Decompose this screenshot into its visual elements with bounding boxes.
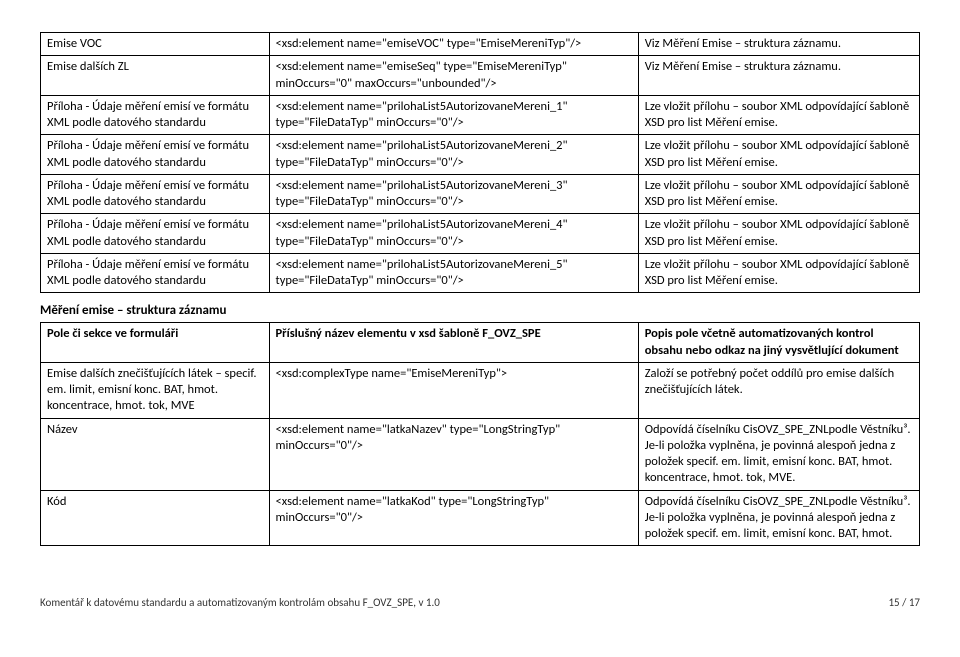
- page-footer: Komentář k datovému standardu a automati…: [40, 596, 920, 609]
- cell-xsd: <xsd:element name="prilohaList5Autorizov…: [269, 174, 638, 214]
- section-heading: Měření emise – struktura záznamu: [40, 303, 920, 318]
- cell-desc: Lze vložit přílohu – soubor XML odpovída…: [638, 253, 919, 293]
- cell-field: Příloha - Údaje měření emisí ve formátu …: [41, 214, 270, 254]
- cell-xsd: <xsd:complexType name="EmiseMereniTyp">: [269, 362, 638, 418]
- cell-xsd: <xsd:element name="prilohaList5Autorizov…: [269, 214, 638, 254]
- cell-field: Příloha - Údaje měření emisí ve formátu …: [41, 174, 270, 214]
- cell-xsd: <xsd:element name="latkaKod" type="LongS…: [269, 490, 638, 546]
- cell-desc: Viz Měření Emise – struktura záznamu.: [638, 33, 919, 56]
- cell-xsd: <xsd:element name="latkaNazev" type="Lon…: [269, 418, 638, 490]
- table-top: Emise VOC <xsd:element name="emiseVOC" t…: [40, 32, 920, 293]
- col-header-field: Pole či sekce ve formuláři: [41, 323, 270, 363]
- cell-field: Emise VOC: [41, 33, 270, 56]
- cell-field: Příloha - Údaje měření emisí ve formátu …: [41, 135, 270, 175]
- table-row: Kód <xsd:element name="latkaKod" type="L…: [41, 490, 920, 546]
- cell-field: Emise dalších znečišťujících látek – spe…: [41, 362, 270, 418]
- cell-desc: Lze vložit přílohu – soubor XML odpovída…: [638, 135, 919, 175]
- cell-desc: Viz Měření Emise – struktura záznamu.: [638, 56, 919, 96]
- cell-desc: Odpovídá číselníku CisOVZ_SPE_ZNLpodle V…: [638, 418, 919, 490]
- cell-field: Příloha - Údaje měření emisí ve formátu …: [41, 253, 270, 293]
- table-header-row: Pole či sekce ve formuláři Příslušný náz…: [41, 323, 920, 363]
- cell-field: Kód: [41, 490, 270, 546]
- cell-xsd: <xsd:element name="emiseSeq" type="Emise…: [269, 56, 638, 96]
- col-header-xsd: Příslušný název elementu v xsd šabloně F…: [269, 323, 638, 363]
- table-row: Příloha - Údaje měření emisí ve formátu …: [41, 214, 920, 254]
- cell-xsd: <xsd:element name="prilohaList5Autorizov…: [269, 135, 638, 175]
- cell-field: Příloha - Údaje měření emisí ve formátu …: [41, 95, 270, 135]
- col-header-desc: Popis pole včetně automatizovaných kontr…: [638, 323, 919, 363]
- table-row: Příloha - Údaje měření emisí ve formátu …: [41, 135, 920, 175]
- cell-desc: Založí se potřebný počet oddílů pro emis…: [638, 362, 919, 418]
- cell-desc: Odpovídá číselníku CisOVZ_SPE_ZNLpodle V…: [638, 490, 919, 546]
- table-row: Emise VOC <xsd:element name="emiseVOC" t…: [41, 33, 920, 56]
- cell-xsd: <xsd:element name="emiseVOC" type="Emise…: [269, 33, 638, 56]
- cell-desc: Lze vložit přílohu – soubor XML odpovída…: [638, 174, 919, 214]
- table-row: Příloha - Údaje měření emisí ve formátu …: [41, 95, 920, 135]
- table-bottom: Pole či sekce ve formuláři Příslušný náz…: [40, 322, 920, 546]
- footer-left: Komentář k datovému standardu a automati…: [40, 596, 440, 609]
- cell-desc: Lze vložit přílohu – soubor XML odpovída…: [638, 95, 919, 135]
- table-row: Emise dalších ZL <xsd:element name="emis…: [41, 56, 920, 96]
- table-row: Příloha - Údaje měření emisí ve formátu …: [41, 253, 920, 293]
- cell-field: Emise dalších ZL: [41, 56, 270, 96]
- cell-field: Název: [41, 418, 270, 490]
- table-row: Příloha - Údaje měření emisí ve formátu …: [41, 174, 920, 214]
- cell-xsd: <xsd:element name="prilohaList5Autorizov…: [269, 253, 638, 293]
- cell-xsd: <xsd:element name="prilohaList5Autorizov…: [269, 95, 638, 135]
- table-row: Emise dalších znečišťujících látek – spe…: [41, 362, 920, 418]
- footer-page-number: 15 / 17: [888, 596, 920, 609]
- cell-desc: Lze vložit přílohu – soubor XML odpovída…: [638, 214, 919, 254]
- table-row: Název <xsd:element name="latkaNazev" typ…: [41, 418, 920, 490]
